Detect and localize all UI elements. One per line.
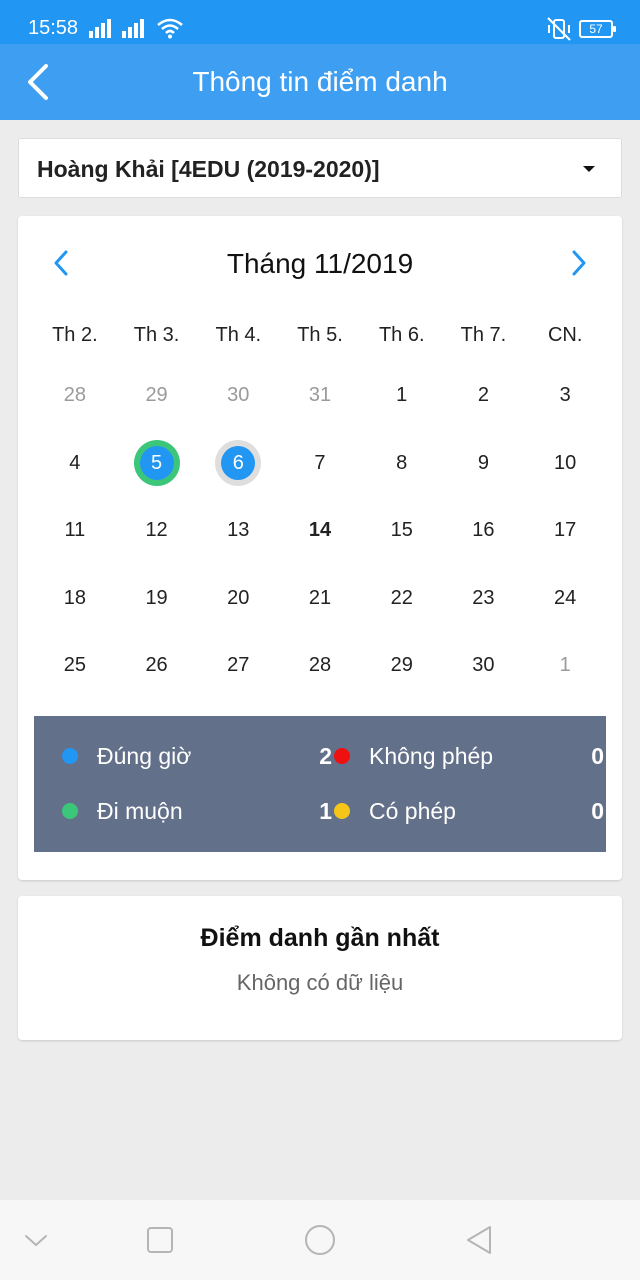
green-dot-icon [62,803,78,819]
caret-down-icon [583,166,595,172]
calendar-day[interactable]: 24 [524,565,606,633]
calendar-day[interactable]: 15 [361,497,443,565]
legend-label: Đúng giờ [97,743,192,769]
calendar-day[interactable]: 1 [524,632,606,700]
attendance-calendar: Tháng 11/2019 Th 2. Th 3. Th 4. Th 5. Th… [18,216,622,880]
calendar-day[interactable]: 23 [443,565,525,633]
yellow-dot-icon [334,803,350,819]
calendar-day[interactable]: 7 [279,430,361,498]
page-title: Thông tin điểm danh [192,66,448,97]
home-icon[interactable] [302,1222,338,1258]
calendar-day[interactable]: 31 [279,362,361,430]
calendar-day[interactable]: 1 [361,362,443,430]
calendar-day[interactable]: 28 [279,632,361,700]
signal-icon [89,19,111,38]
calendar-day[interactable]: 16 [443,497,525,565]
calendar-day[interactable]: 29 [361,632,443,700]
day-number: 6 [221,446,256,481]
weekday-label: Th 5. [297,324,343,346]
back-icon[interactable] [462,1222,498,1258]
calendar-day[interactable]: 27 [197,632,279,700]
weekday-label: Th 2. [52,324,98,346]
next-month-chevron-icon[interactable] [564,248,594,278]
legend-count: 0 [591,743,604,769]
calendar-day[interactable]: 21 [279,565,361,633]
weekday-label: Th 3. [133,324,180,346]
calendar-day[interactable]: 17 [524,497,606,565]
calendar-day[interactable]: 2 [443,362,525,430]
calendar-day[interactable]: 30 [197,362,279,430]
legend-excused: Có phép 0 [334,796,604,826]
calendar-day[interactable]: 22 [361,565,443,633]
calendar-day[interactable]: 28 [34,362,116,430]
calendar-day-selected[interactable]: 6 [197,430,279,498]
calendar-day[interactable]: 12 [116,497,198,565]
attendance-legend: Đúng giờ 2 Không phép 0 Đi muộn 1 Có phé… [34,716,606,852]
calendar-day[interactable]: 19 [116,565,198,633]
status-bar: 15:58 57 [0,0,640,44]
system-nav-bar [0,1200,640,1280]
day-number: 5 [139,446,174,481]
weekday-label: CN. [547,324,583,346]
student-select-value: Hoàng Khải [4EDU (2019-2020)] [37,156,380,182]
recent-attendance-title: Điểm danh gần nhất [200,924,440,952]
weekday-header: Th 2. Th 3. Th 4. Th 5. Th 6. Th 7. CN. [34,324,606,352]
app-bar: Thông tin điểm danh [0,44,640,120]
chevron-down-icon[interactable] [18,1222,54,1258]
weekday-label: Th 4. [215,324,262,346]
status-time: 15:58 [28,17,79,39]
legend-count: 1 [319,798,332,824]
calendar-day[interactable]: 11 [34,497,116,565]
calendar-day[interactable]: 10 [524,430,606,498]
calendar-day-today[interactable]: 14 [279,497,361,565]
student-select-dropdown[interactable]: Hoàng Khải [4EDU (2019-2020)] [18,138,622,198]
empty-state-text: Không có dữ liệu [236,970,404,995]
red-dot-icon [334,748,350,764]
calendar-day[interactable]: 3 [524,362,606,430]
legend-unexcused: Không phép 0 [334,741,604,771]
battery-indicator: 57 [579,20,616,38]
legend-on-time: Đúng giờ 2 [62,741,332,771]
calendar-day[interactable]: 26 [116,632,198,700]
calendar-month-title: Tháng 11/2019 [226,248,414,279]
legend-count: 0 [591,798,604,824]
selected-marker: 6 [215,440,262,487]
calendar-day[interactable]: 13 [197,497,279,565]
wifi-icon [157,18,183,39]
late-marker: 5 [133,440,180,487]
signal-icon [122,19,144,38]
legend-label: Có phép [369,798,456,824]
calendar-day[interactable]: 8 [361,430,443,498]
calendar-day[interactable]: 30 [443,632,525,700]
calendar-day[interactable]: 20 [197,565,279,633]
legend-late: Đi muộn 1 [62,796,332,826]
blue-dot-icon [62,748,78,764]
legend-count: 2 [319,743,332,769]
legend-label: Không phép [369,743,494,769]
calendar-day[interactable]: 25 [34,632,116,700]
recent-attendance-card: Điểm danh gần nhất Không có dữ liệu [18,896,622,1040]
recent-apps-icon[interactable] [142,1222,178,1258]
calendar-day[interactable]: 18 [34,565,116,633]
calendar-day-late[interactable]: 5 [116,430,198,498]
vibrate-off-icon [547,17,571,41]
calendar-day[interactable]: 4 [34,430,116,498]
calendar-day[interactable]: 29 [116,362,198,430]
weekday-label: Th 6. [378,324,425,346]
calendar-day[interactable]: 9 [443,430,525,498]
legend-label: Đi muộn [97,798,183,824]
weekday-label: Th 7. [460,324,507,346]
calendar-grid: 28 29 30 31 1 2 3 4 5 6 7 8 9 10 11 12 1… [34,362,606,700]
